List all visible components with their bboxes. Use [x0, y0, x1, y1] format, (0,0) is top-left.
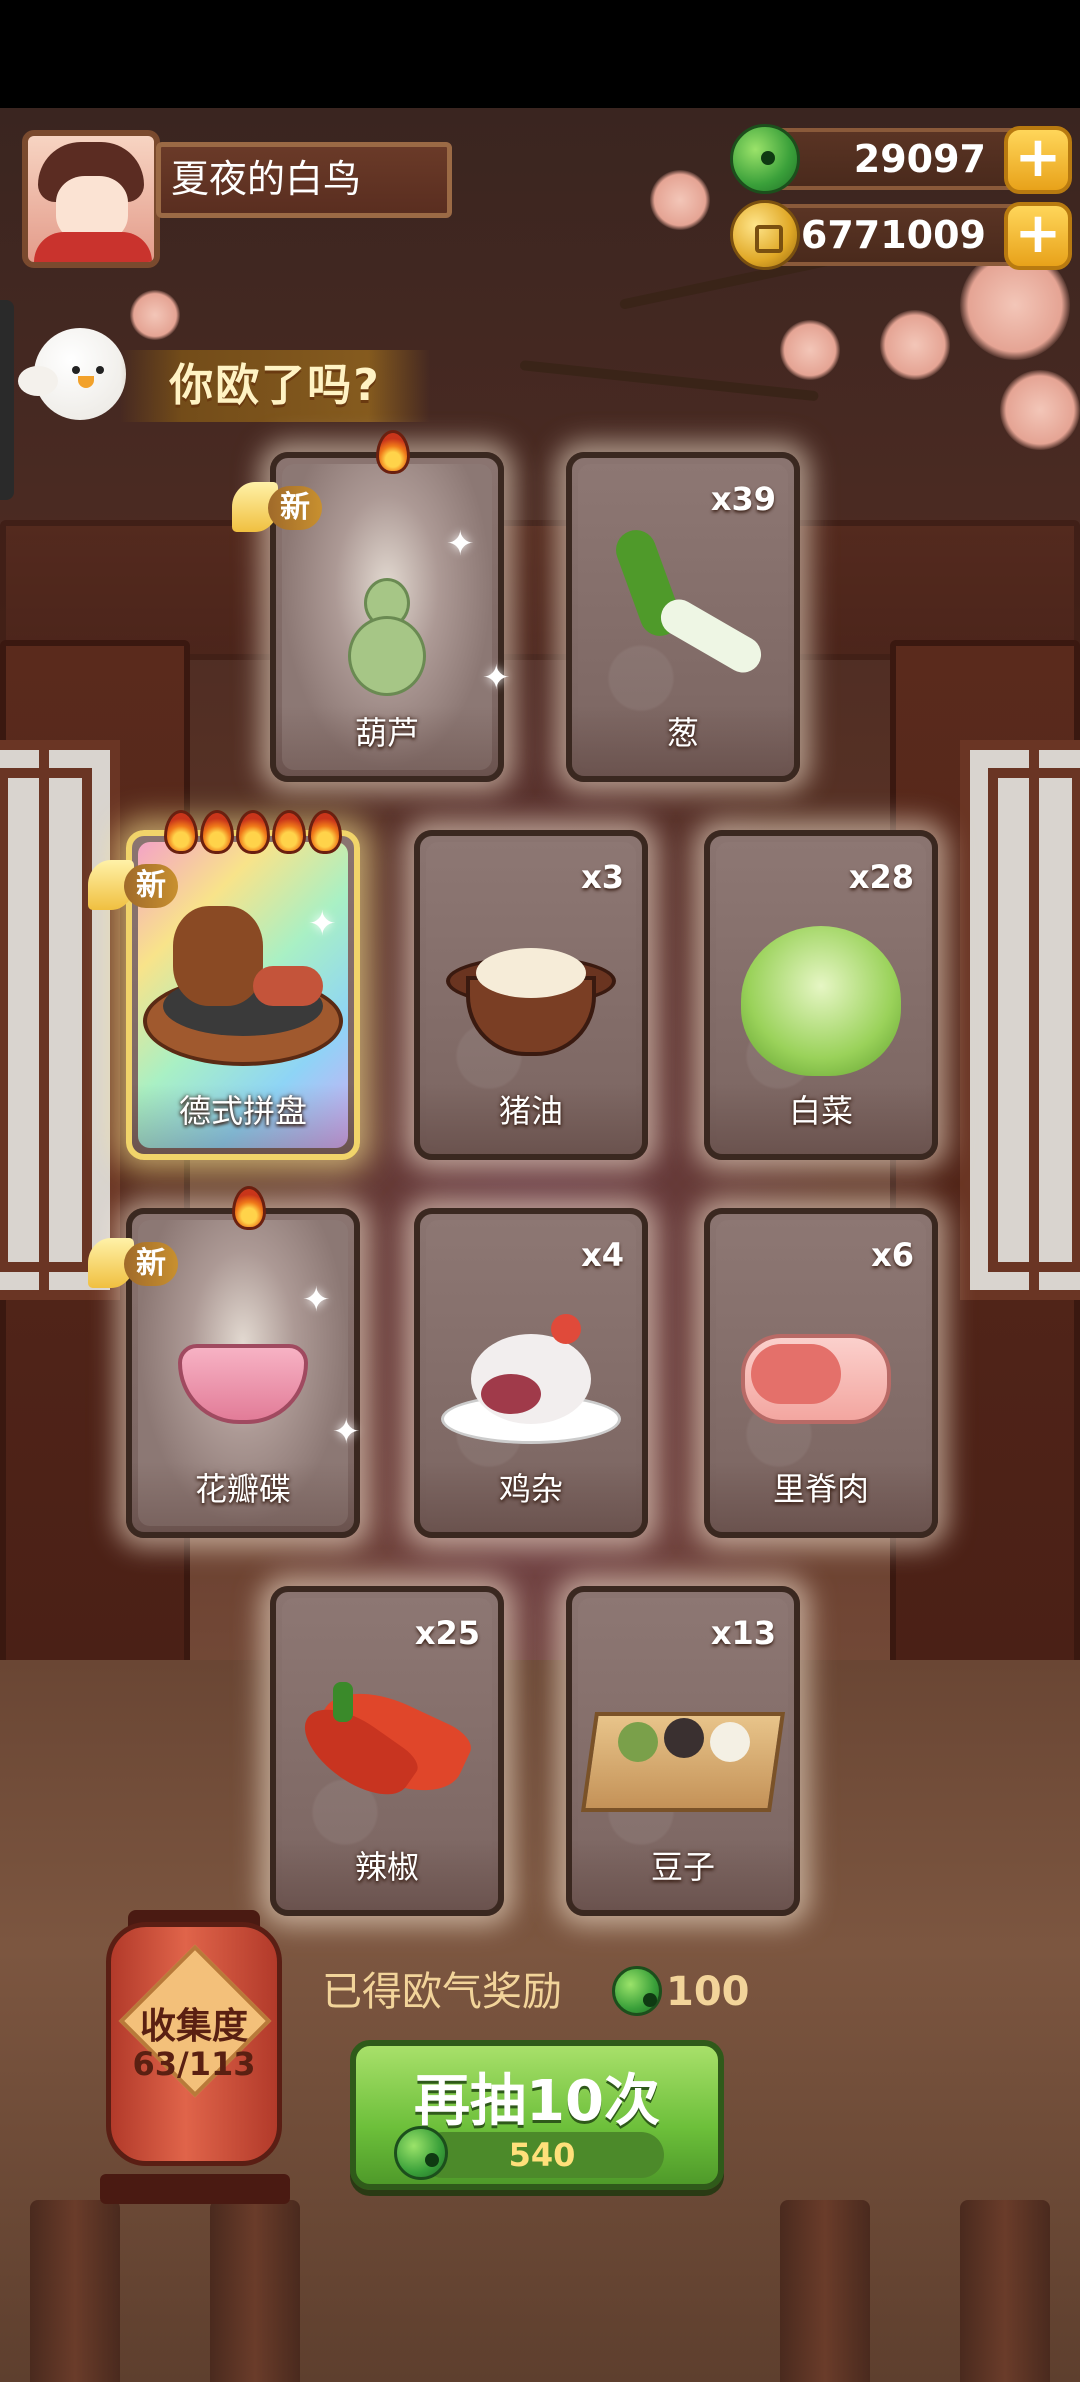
- jade-icon: [730, 124, 800, 194]
- collection-label: 收集度: [139, 2006, 248, 2047]
- status-bar-area: [0, 0, 1080, 108]
- chili-pepper-icon: [290, 1674, 477, 1832]
- gold-coin-icon: [730, 200, 800, 270]
- jade-icon: [612, 1966, 662, 2016]
- blossom-branch: [519, 360, 819, 402]
- card-tenderloin[interactable]: x6 里脊肉: [704, 1208, 938, 1538]
- draw-cost: 540: [394, 2126, 664, 2180]
- card-count: x25: [414, 1614, 480, 1652]
- card-chili[interactable]: x25 辣椒: [270, 1586, 504, 1916]
- flame-star-icon: [236, 810, 270, 854]
- card-count: x13: [710, 1614, 776, 1652]
- card-count: x6: [871, 1236, 914, 1274]
- new-badge: 新: [232, 478, 382, 538]
- edge-handle[interactable]: [0, 300, 14, 500]
- collection-lantern[interactable]: 收集度 63/113: [106, 1922, 282, 2166]
- sparkle-icon: ✦: [302, 1280, 331, 1320]
- jade-amount: 29097: [853, 137, 986, 181]
- card-count: x4: [581, 1236, 624, 1274]
- add-jade-button[interactable]: +: [1004, 126, 1072, 194]
- card-count: x39: [710, 480, 776, 518]
- gourd-icon: [342, 578, 432, 698]
- add-gold-button[interactable]: +: [1004, 202, 1072, 270]
- background-lattice-right: [960, 740, 1080, 1300]
- tenderloin-icon: [741, 1324, 901, 1434]
- blossom-decoration: [1000, 370, 1080, 450]
- card-name: 猪油: [498, 1092, 563, 1130]
- flame-star-icon: [232, 1186, 266, 1230]
- card-petal-dish[interactable]: 新 ✦ ✦ 花瓣碟: [88, 1186, 361, 1538]
- card-name: 辣椒: [354, 1848, 419, 1886]
- gold-amount: 6771009: [800, 213, 986, 257]
- flame-star-icon: [200, 810, 234, 854]
- gold-currency-bar: 6771009 +: [730, 200, 1072, 270]
- reward-label: 已得欧气奖励: [322, 1969, 562, 2015]
- draw-cost-value: 540: [508, 2136, 576, 2174]
- card-name: 白菜: [788, 1092, 853, 1130]
- draw-again-label: 再抽10次: [414, 2069, 660, 2134]
- card-name: 葫芦: [354, 714, 419, 752]
- jade-currency-bar: 29097 +: [730, 124, 1072, 194]
- card-count: x3: [581, 858, 624, 896]
- lard-bowl-icon: [446, 936, 616, 1066]
- card-name: 花瓣碟: [194, 1470, 291, 1508]
- card-count: x28: [848, 858, 914, 896]
- cabbage-icon: [731, 916, 911, 1076]
- platter-icon: [143, 906, 343, 1076]
- background-post: [30, 2200, 120, 2382]
- background-post: [780, 2200, 870, 2382]
- flame-star-icon: [376, 430, 410, 474]
- background-beam: [0, 520, 1080, 660]
- card-chicken-giblets[interactable]: x4 鸡杂: [414, 1208, 648, 1538]
- card-german-platter[interactable]: 新 ✦ 德式拼盘: [88, 810, 360, 1160]
- card-name: 里脊肉: [772, 1470, 869, 1508]
- new-badge: 新: [88, 1234, 238, 1294]
- beans-box-icon: [580, 1692, 786, 1822]
- card-cabbage[interactable]: x28 白菜: [704, 830, 938, 1160]
- avatar[interactable]: [22, 130, 160, 268]
- draw-again-button[interactable]: 再抽10次 540: [350, 2040, 724, 2190]
- game-screen: 夏夜的白鸟 29097 + 6771009 + 你欧了吗? 新 ✦ ✦ 葫芦 x…: [0, 0, 1080, 2382]
- player-name: 夏夜的白鸟: [156, 142, 452, 218]
- card-lard[interactable]: x3 猪油: [414, 830, 648, 1160]
- scallion-icon: [598, 524, 768, 698]
- flame-star-icon: [308, 810, 342, 854]
- collection-progress: 63/113: [132, 2045, 256, 2083]
- petal-dish-icon: [178, 1344, 308, 1424]
- reward-value: 100: [666, 1969, 750, 2015]
- card-name: 德式拼盘: [178, 1092, 307, 1130]
- sparkle-icon: ✦: [446, 524, 475, 564]
- card-gourd[interactable]: 新 ✦ ✦ 葫芦: [232, 430, 511, 782]
- background-post: [960, 2200, 1050, 2382]
- card-scallion[interactable]: x39 葱: [566, 452, 800, 782]
- background-lattice-left: [0, 740, 120, 1300]
- background-post: [210, 2200, 300, 2382]
- flame-star-icon: [272, 810, 306, 854]
- blossom-decoration: [780, 320, 840, 380]
- card-name: 鸡杂: [498, 1470, 563, 1508]
- card-beans[interactable]: x13 豆子: [566, 1586, 800, 1916]
- blossom-decoration: [650, 170, 710, 230]
- blossom-decoration: [880, 310, 950, 380]
- card-name: 豆子: [650, 1848, 715, 1886]
- sparkle-icon: ✦: [482, 658, 511, 698]
- flame-star-icon: [164, 810, 198, 854]
- sparkle-icon: ✦: [332, 1412, 361, 1452]
- lantern-stand: [100, 2174, 290, 2204]
- chicken-giblets-icon: [441, 1294, 621, 1454]
- card-name: 葱: [666, 714, 699, 752]
- jade-icon: [394, 2126, 448, 2180]
- lucky-banner: 你欧了吗?: [120, 350, 430, 422]
